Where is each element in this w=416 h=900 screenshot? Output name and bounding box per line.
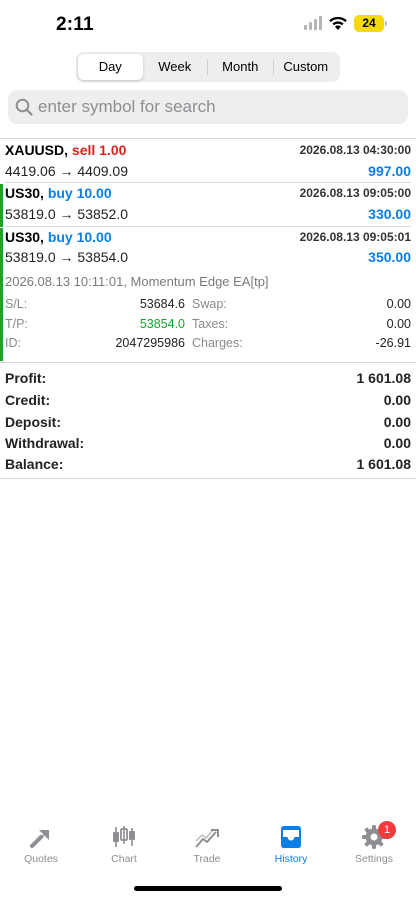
battery-tip bbox=[385, 21, 387, 26]
row-divider bbox=[5, 226, 411, 227]
id-value: 2047295986 bbox=[115, 336, 185, 350]
summary-divider bbox=[0, 362, 416, 363]
summary-value: 0.00 bbox=[383, 392, 411, 408]
charges-label: Charges: bbox=[192, 336, 243, 350]
tab-label: Trade bbox=[193, 853, 221, 865]
tab-label: Settings bbox=[355, 853, 393, 865]
deal-side: sell 1.00 bbox=[71, 142, 127, 158]
row-divider bbox=[5, 182, 411, 183]
deal-prices: 53819.0 → 53852.0 bbox=[5, 206, 128, 222]
position-indicator bbox=[0, 228, 3, 361]
summary-label: Withdrawal: bbox=[5, 435, 85, 451]
summary-credit: Credit: 0.00 bbox=[5, 392, 411, 414]
tab-history[interactable]: History bbox=[251, 824, 331, 876]
period-month[interactable]: Month bbox=[208, 54, 273, 80]
summary-divider bbox=[0, 478, 416, 479]
id-label: ID: bbox=[5, 336, 21, 350]
detail-row: ID: 2047295986 Charges: -26.91 bbox=[5, 336, 411, 354]
list-divider bbox=[0, 138, 416, 139]
battery-indicator: 24 bbox=[354, 15, 384, 32]
tab-trade[interactable]: Trade bbox=[167, 824, 247, 876]
quotes-icon bbox=[30, 830, 49, 848]
tab-quotes[interactable]: Quotes bbox=[1, 824, 81, 876]
tab-label: Chart bbox=[111, 853, 137, 865]
status-time: 2:11 bbox=[56, 14, 94, 35]
detail-row: S/L: 53684.6 Swap: 0.00 bbox=[5, 297, 411, 315]
deal-prices: 4419.06 → 4409.09 bbox=[5, 163, 128, 179]
summary-balance: Balance: 1 601.08 bbox=[5, 456, 411, 478]
tp-value: 53854.0 bbox=[139, 317, 185, 331]
tab-settings[interactable]: 1 Settings bbox=[334, 821, 414, 876]
deal-profit: 350.00 bbox=[368, 249, 411, 265]
deal-symbol: US30, buy 10.00 bbox=[5, 185, 112, 201]
summary-deposit: Deposit: 0.00 bbox=[5, 414, 411, 436]
swap-label: Swap: bbox=[192, 297, 227, 311]
summary-label: Profit: bbox=[5, 370, 47, 386]
deal-time-comment: 2026.08.13 10:11:01, Momentum Edge EA[tp… bbox=[5, 274, 269, 289]
deal-side: buy 10.00 bbox=[47, 229, 112, 245]
candlestick-chart-icon bbox=[113, 826, 135, 847]
sl-label: S/L: bbox=[5, 297, 28, 311]
deal-side: buy 10.00 bbox=[47, 185, 112, 201]
deal-date: 2026.08.13 04:30:00 bbox=[299, 143, 411, 157]
deal-row[interactable]: XAUUSD, sell 1.00 2026.08.13 04:30:00 44… bbox=[0, 141, 416, 183]
summary-label: Credit: bbox=[5, 392, 51, 408]
period-day[interactable]: Day bbox=[78, 54, 143, 80]
summary-value: 0.00 bbox=[383, 414, 411, 430]
trade-trend-icon bbox=[195, 829, 219, 848]
sl-value: 53684.6 bbox=[139, 297, 185, 311]
deal-symbol: XAUUSD, sell 1.00 bbox=[5, 142, 127, 158]
taxes-value: 0.00 bbox=[386, 317, 411, 331]
tab-chart[interactable]: Chart bbox=[84, 824, 164, 876]
deal-date: 2026.08.13 09:05:01 bbox=[299, 230, 411, 244]
deal-symbol: US30, buy 10.00 bbox=[5, 229, 112, 245]
search-icon bbox=[15, 98, 33, 116]
deal-profit: 997.00 bbox=[368, 163, 411, 179]
deal-row[interactable]: US30, buy 10.00 2026.08.13 09:05:00 5381… bbox=[0, 184, 416, 227]
period-selector: Day Week Month Custom bbox=[76, 52, 340, 82]
summary-label: Deposit: bbox=[5, 414, 61, 430]
inbox-tray-icon bbox=[281, 826, 301, 848]
summary-value: 1 601.08 bbox=[356, 456, 412, 472]
cellular-signal-icon bbox=[304, 16, 322, 30]
summary-label: Balance: bbox=[5, 456, 64, 472]
summary-withdrawal: Withdrawal: 0.00 bbox=[5, 435, 411, 457]
summary-value: 1 601.08 bbox=[356, 370, 412, 386]
status-bar: 2:11 24 bbox=[0, 0, 416, 48]
period-week[interactable]: Week bbox=[143, 54, 208, 80]
wifi-icon bbox=[329, 16, 347, 30]
summary-value: 0.00 bbox=[383, 435, 411, 451]
search-bar[interactable] bbox=[8, 90, 408, 124]
deal-date: 2026.08.13 09:05:00 bbox=[299, 186, 411, 200]
tab-label: History bbox=[274, 853, 308, 865]
tab-label: Quotes bbox=[24, 853, 58, 865]
deal-profit: 330.00 bbox=[368, 206, 411, 222]
detail-row: T/P: 53854.0 Taxes: 0.00 bbox=[5, 317, 411, 335]
home-indicator bbox=[134, 886, 282, 891]
period-custom[interactable]: Custom bbox=[274, 54, 339, 80]
taxes-label: Taxes: bbox=[192, 317, 229, 331]
charges-value: -26.91 bbox=[375, 336, 411, 350]
notification-badge: 1 bbox=[378, 821, 396, 839]
deal-prices: 53819.0 → 53854.0 bbox=[5, 249, 128, 265]
tp-label: T/P: bbox=[5, 317, 28, 331]
summary-profit: Profit: 1 601.08 bbox=[5, 370, 411, 392]
swap-value: 0.00 bbox=[386, 297, 411, 311]
search-input[interactable] bbox=[38, 90, 398, 124]
position-indicator bbox=[0, 184, 3, 227]
